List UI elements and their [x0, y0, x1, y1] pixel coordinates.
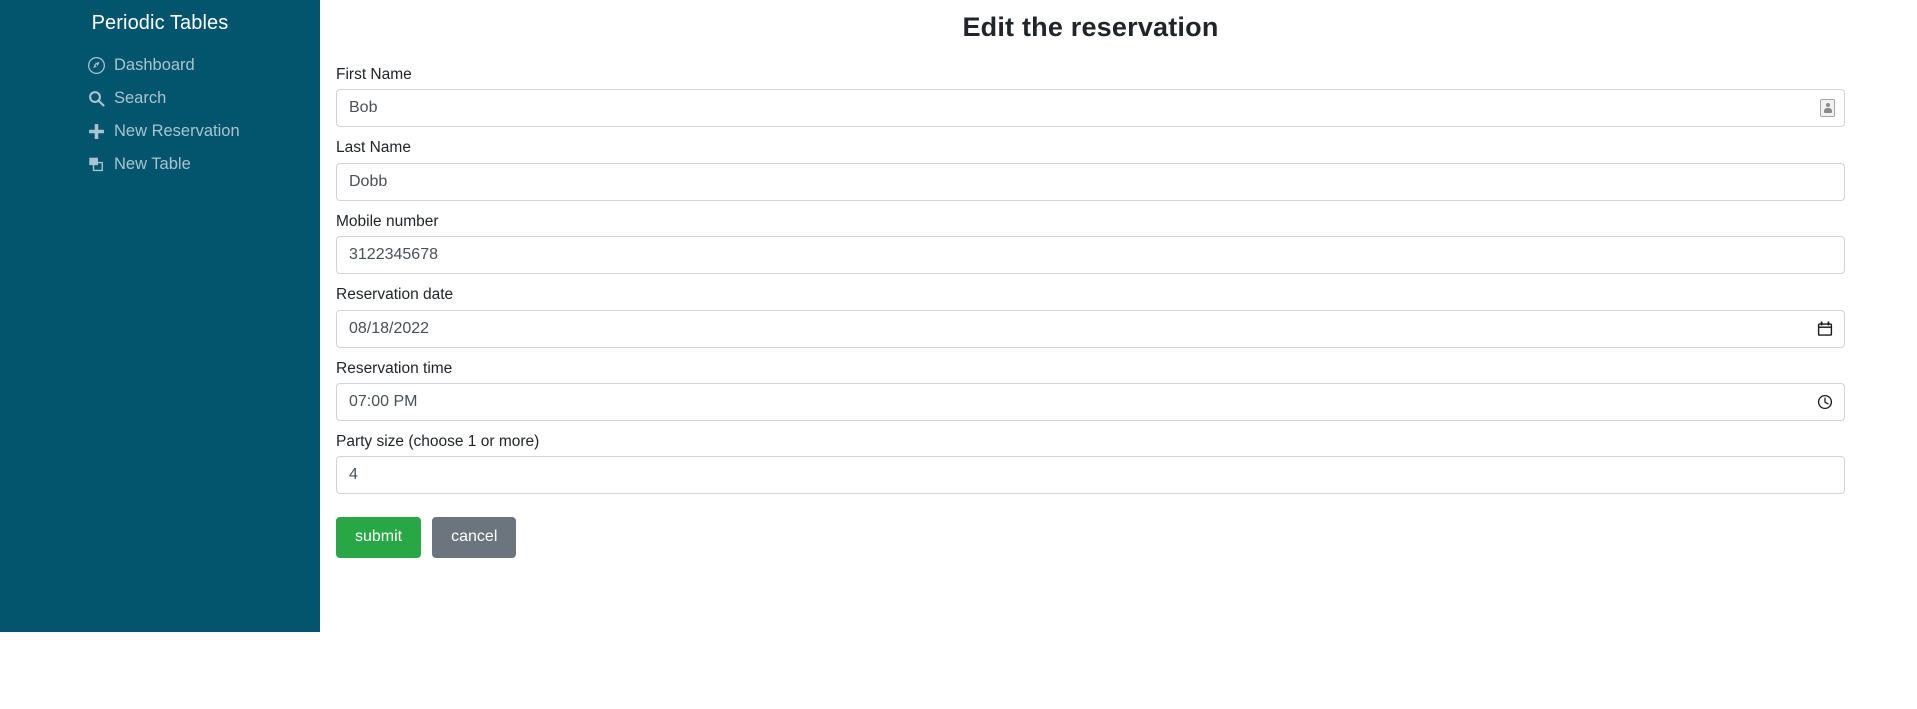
plus-icon: [88, 123, 105, 140]
calendar-icon[interactable]: [1816, 320, 1834, 338]
first-name-input[interactable]: [336, 89, 1845, 128]
autofill-contact-icon[interactable]: [1820, 99, 1835, 118]
field-mobile-number: Mobile number: [336, 212, 1845, 275]
reservation-date-label: Reservation date: [336, 286, 454, 304]
sidebar-item-dashboard[interactable]: Dashboard: [88, 49, 320, 82]
mobile-number-label: Mobile number: [336, 212, 439, 230]
reservation-date-input[interactable]: [336, 309, 1845, 348]
mobile-number-input[interactable]: [336, 236, 1845, 275]
party-size-input[interactable]: [336, 456, 1845, 495]
sidebar-item-search[interactable]: Search: [88, 82, 320, 115]
reservation-time-control: [336, 382, 1845, 421]
sidebar-item-new-reservation[interactable]: New Reservation: [88, 115, 320, 148]
form-actions: submit cancel: [336, 517, 1845, 559]
first-name-control: [336, 89, 1845, 128]
sidebar: Periodic Tables Dashboard Search New Res…: [0, 0, 320, 632]
sidebar-nav: Dashboard Search New Reservation New Tab…: [0, 49, 320, 181]
clock-icon[interactable]: [1816, 393, 1834, 411]
field-first-name: First Name: [336, 65, 1845, 128]
party-size-label: Party size (choose 1 or more): [336, 432, 540, 450]
field-last-name: Last Name: [336, 138, 1845, 201]
field-party-size: Party size (choose 1 or more): [336, 432, 1845, 495]
sidebar-item-label: Search: [114, 89, 167, 108]
search-icon: [88, 90, 105, 107]
reservation-time-input[interactable]: [336, 382, 1845, 421]
main-content: Edit the reservation First Name Last Nam…: [320, 0, 1917, 709]
field-reservation-date: Reservation date: [336, 285, 1845, 348]
submit-button[interactable]: submit: [336, 517, 422, 559]
last-name-label: Last Name: [336, 139, 411, 157]
mobile-number-control: [336, 236, 1845, 275]
reservation-time-label: Reservation time: [336, 359, 453, 377]
party-size-control: [336, 456, 1845, 495]
reservation-date-control: [336, 309, 1845, 348]
dashboard-icon: [88, 57, 105, 74]
app-window: Periodic Tables Dashboard Search New Res…: [0, 0, 1917, 709]
sidebar-item-label: Dashboard: [114, 56, 195, 75]
sidebar-item-label: New Table: [114, 155, 191, 174]
sidebar-item-label: New Reservation: [114, 122, 240, 141]
first-name-label: First Name: [336, 66, 412, 83]
page-title: Edit the reservation: [962, 12, 1219, 42]
last-name-input[interactable]: [336, 162, 1845, 201]
tables-icon: [88, 156, 105, 173]
app-brand-title: Periodic Tables: [91, 12, 229, 34]
cancel-button[interactable]: cancel: [432, 517, 517, 559]
last-name-control: [336, 162, 1845, 201]
sidebar-item-new-table[interactable]: New Table: [88, 148, 320, 181]
edit-reservation-form: First Name Last Name Mobile number: [336, 65, 1845, 559]
field-reservation-time: Reservation time: [336, 359, 1845, 421]
